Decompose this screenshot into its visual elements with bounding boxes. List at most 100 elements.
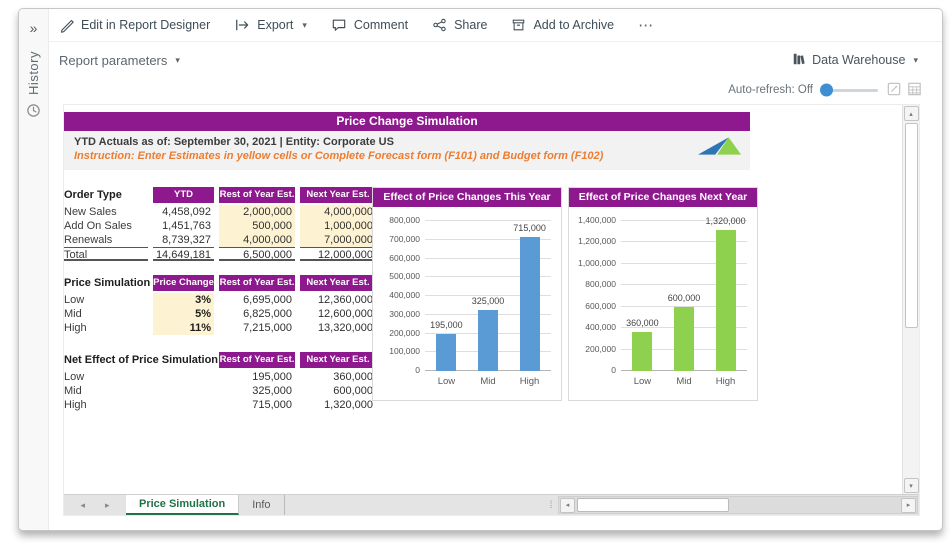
history-clock-icon — [26, 103, 41, 123]
x-axis-category-label: Mid — [480, 376, 495, 387]
row-label: Mid — [64, 307, 148, 321]
bar-high — [716, 230, 736, 371]
value-cell: 195,000 — [219, 370, 295, 384]
x-axis-category-label: Low — [634, 376, 651, 387]
estimate-cell[interactable]: 2,000,000 — [219, 205, 295, 219]
bar-low — [632, 332, 652, 371]
estimate-cell[interactable]: 500,000 — [219, 219, 295, 233]
params-row: Report parameters ▾ Data Warehouse ▾ — [49, 42, 942, 78]
refresh-tools — [887, 82, 922, 99]
row-label: Mid — [64, 384, 214, 398]
edit-in-report-designer-button[interactable]: Edit in Report Designer — [59, 18, 210, 33]
vertical-scrollbar[interactable]: ▴ ▾ — [902, 105, 919, 494]
add-to-archive-button[interactable]: Add to Archive — [511, 18, 614, 32]
estimate-cell[interactable]: 7,000,000 — [300, 233, 376, 247]
chart-plot-area: 0200,000400,000600,000800,0001,000,0001,… — [621, 221, 747, 371]
sheet-tab-price-simulation[interactable]: Price Simulation — [126, 495, 239, 515]
y-axis-tick-label: 200,000 — [585, 344, 616, 354]
estimate-cell[interactable]: 4,000,000 — [300, 205, 376, 219]
ytd-value-cell: 1,451,763 — [153, 219, 214, 233]
grid-view-icon[interactable] — [907, 82, 922, 99]
scroll-right-button[interactable]: ▸ — [901, 498, 916, 513]
report-subtitle: YTD Actuals as of: September 30, 2021 | … — [74, 135, 740, 149]
y-axis-tick-label: 200,000 — [389, 328, 420, 338]
y-axis-tick-label: 300,000 — [389, 309, 420, 319]
estimate-cell[interactable]: 1,000,000 — [300, 219, 376, 233]
sheet-tab-info[interactable]: Info — [239, 495, 284, 515]
data-source-selector[interactable]: Data Warehouse ▾ — [792, 52, 918, 69]
next-sheet-button[interactable]: ▸ — [105, 500, 110, 511]
y-axis-tick-label: 1,200,000 — [578, 236, 616, 246]
tabstrip-filler — [285, 495, 544, 515]
auto-refresh-label: Auto-refresh: Off — [728, 84, 813, 96]
price-change-input-cell[interactable]: 5% — [153, 307, 214, 321]
report-canvas: Price Change Simulation YTD Actuals as o… — [64, 105, 902, 494]
x-axis-category-label: Low — [438, 376, 455, 387]
scroll-down-button[interactable]: ▾ — [904, 478, 919, 493]
y-axis-tick-label: 1,000,000 — [578, 258, 616, 268]
estimate-cell[interactable]: 4,000,000 — [219, 233, 295, 247]
more-actions-button[interactable]: ⋯ — [638, 16, 654, 34]
slider-knob[interactable] — [820, 84, 833, 97]
column-header: Rest of Year Est. — [219, 352, 295, 368]
tab-splitter-handle[interactable]: ⁞ — [544, 495, 558, 515]
prev-sheet-button[interactable]: ◂ — [80, 500, 85, 511]
tab-nav: ◂ ▸ — [64, 495, 126, 515]
report-parameters-toggle[interactable]: Report parameters ▾ — [59, 53, 180, 68]
horizontal-scroll-thumb[interactable] — [577, 498, 729, 512]
export-label: Export — [257, 18, 293, 32]
column-header: Rest of Year Est. — [219, 187, 295, 203]
y-axis-tick-label: 100,000 — [389, 346, 420, 356]
data-label: 715,000 — [513, 223, 546, 233]
sheet-tabs: Price SimulationInfo — [126, 495, 285, 515]
price-change-input-cell[interactable]: 11% — [153, 321, 214, 335]
y-axis-tick-label: 800,000 — [585, 279, 616, 289]
vertical-scroll-thumb[interactable] — [905, 123, 918, 328]
row-label: Low — [64, 370, 214, 384]
chevron-down-icon: ▾ — [302, 20, 307, 31]
price-simulation-table: Price SimulationPrice ChangeRest of Year… — [64, 275, 370, 335]
total-row-label: Total — [64, 247, 148, 261]
value-cell: 360,000 — [300, 370, 376, 384]
auto-refresh-row: Auto-refresh: Off — [49, 78, 942, 102]
comment-label: Comment — [354, 18, 408, 32]
app-window: » History Edit in Report Designer Export — [18, 8, 943, 531]
price-change-input-cell[interactable]: 3% — [153, 293, 214, 307]
data-source-label: Data Warehouse — [812, 53, 905, 67]
horizontal-scrollbar[interactable]: ◂ ▸ — [558, 496, 918, 514]
column-header: Next Year Est. — [300, 187, 376, 203]
history-label: History — [26, 51, 41, 95]
quick-edit-icon[interactable] — [887, 82, 901, 99]
archive-box-icon — [511, 18, 526, 32]
auto-refresh-slider[interactable] — [822, 89, 878, 92]
share-button[interactable]: Share — [432, 18, 487, 32]
row-label: Renewals — [64, 233, 148, 247]
comment-button[interactable]: Comment — [331, 18, 408, 32]
y-axis-tick-label: 800,000 — [389, 215, 420, 225]
sheet-tab-strip: ◂ ▸ Price SimulationInfo ⁞ ◂ ▸ — [64, 494, 919, 515]
column-header: Price Change — [153, 275, 214, 291]
table-corner-label: Net Effect of Price Simulation — [64, 352, 214, 368]
data-label: 600,000 — [668, 293, 701, 303]
value-cell: 6,825,000 — [219, 307, 295, 321]
column-header: Rest of Year Est. — [219, 275, 295, 291]
y-axis-tick-label: 0 — [415, 365, 420, 375]
y-axis-tick-label: 700,000 — [389, 234, 420, 244]
chart-title: Effect of Price Changes This Year — [373, 188, 561, 207]
bar-low — [436, 334, 456, 371]
value-cell: 325,000 — [219, 384, 295, 398]
scroll-left-button[interactable]: ◂ — [560, 498, 575, 513]
company-logo — [696, 133, 744, 164]
export-button[interactable]: Export ▾ — [234, 18, 307, 32]
scroll-up-button[interactable]: ▴ — [904, 106, 919, 121]
archive-label: Add to Archive — [533, 18, 614, 32]
history-panel-toggle[interactable]: History — [26, 51, 41, 123]
pencil-icon — [59, 18, 74, 33]
y-axis-tick-label: 0 — [611, 365, 616, 375]
y-axis-tick-label: 600,000 — [585, 301, 616, 311]
value-cell: 600,000 — [300, 384, 376, 398]
toolbar: Edit in Report Designer Export ▾ Comment — [49, 9, 942, 42]
column-header: YTD — [153, 187, 214, 203]
collapse-panel-icon[interactable]: » — [30, 21, 38, 35]
chevron-down-icon: ▾ — [913, 55, 918, 66]
